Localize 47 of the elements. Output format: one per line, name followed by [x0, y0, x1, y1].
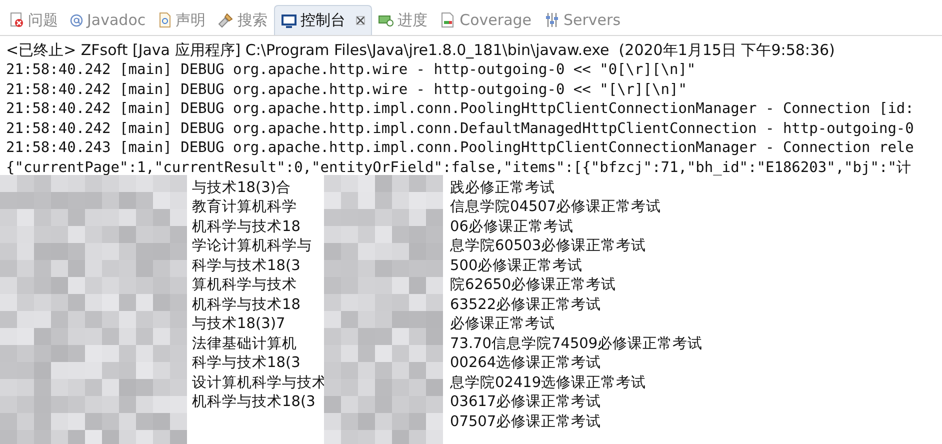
record-fragment: 机科学与技术18 — [192, 218, 302, 237]
view-tab[interactable]: Coverage — [434, 5, 538, 35]
record-fragment: 信息学院04507必修课正常考试 — [450, 198, 662, 218]
log-line: 21:58:40.243 [main] DEBUG org.apache.http.impl.conn.PoolingHttpClientConnectionManager - Connection rele — [5, 139, 915, 158]
servers-icon — [544, 12, 560, 28]
document-icon — [158, 12, 172, 28]
record-fragment: 500必修课正常考试 — [450, 256, 584, 276]
view-tab[interactable]: 搜索 — [212, 5, 274, 35]
log-line: 21:58:40.242 [main] DEBUG org.apache.http.wire - http-outgoing-0 << "[\r][\n]" — [5, 80, 688, 100]
view-tab[interactable]: 问题 — [4, 5, 64, 35]
record-fragment: 03617必修课正常考试 — [450, 393, 602, 412]
monitor-icon — [280, 12, 297, 28]
view-tab[interactable]: 控制台 — [274, 5, 372, 35]
record-fragment: 00264选修课正常考试 — [450, 354, 602, 374]
record-fragment: 算机科学与技术 — [192, 276, 298, 296]
view-tab[interactable]: 进度 — [372, 5, 434, 35]
record-fragment: 必修课正常考试 — [450, 315, 556, 334]
problem-icon — [10, 12, 24, 28]
log-line: 21:58:40.242 [main] DEBUG org.apache.http.wire - http-outgoing-0 << "0[\r][\n]" — [5, 61, 697, 80]
record-fragment: 息学院02419选修课正常考试 — [450, 374, 648, 393]
at-sign-icon — [70, 14, 83, 26]
record-fragment: 06必修课正常考试 — [450, 218, 574, 237]
log-line: 21:58:40.242 [main] DEBUG org.apache.http.impl.conn.DefaultManagedHttpClientConnection - http-outgoing-0 — [5, 120, 915, 139]
record-fragment: 院62650必修课正常考试 — [450, 276, 618, 296]
record-fragment: 法律基础计算机 — [192, 334, 298, 354]
flashlight-icon — [218, 12, 234, 28]
record-fragment: 07507必修课正常考试 — [450, 412, 602, 432]
record-fragment: 教育计算机科学 — [192, 198, 298, 218]
record-fragment: 与技术18(3)7 — [192, 315, 286, 334]
record-fragment: 科学与技术18(3 — [192, 256, 302, 276]
report-icon — [440, 12, 456, 28]
view-tab[interactable]: Servers — [538, 5, 627, 35]
record-fragment: 73.70信息学院74509必修课正常考试 — [450, 334, 704, 354]
record-fragment: 机科学与技术18(3 — [192, 393, 316, 412]
view-tab[interactable]: Javadoc — [64, 5, 152, 35]
record-fragment: 63522必修课正常考试 — [450, 296, 602, 315]
console-header: <已终止> ZFsoft [Java 应用程序] C:\Program Files\Java\jre1.8.0_181\bin\javaw.exe (2020年1月15日 下午9:58:36) — [5, 40, 836, 61]
record-fragment: 息学院60503必修课正常考试 — [450, 237, 648, 256]
record-fragment: 学论计算机科学与 — [192, 237, 313, 256]
record-fragment: 机科学与技术18 — [192, 296, 302, 315]
log-line: {"currentPage":1,"currentResult":0,"entityOrField":false,"items":[{"bfzcj":71,"bh_id":"E186203","bj":"计 — [5, 158, 912, 178]
record-fragment: 与技术18(3)合 — [192, 178, 292, 198]
record-fragment: 践必修正常考试 — [450, 178, 556, 198]
log-line: 21:58:40.242 [main] DEBUG org.apache.http.impl.conn.PoolingHttpClientConnectionManager - Connection [id: — [5, 100, 915, 120]
close-icon[interactable] — [356, 14, 365, 28]
view-tab[interactable]: 声明 — [152, 5, 212, 35]
record-fragment: 科学与技术18(3 — [192, 354, 302, 374]
